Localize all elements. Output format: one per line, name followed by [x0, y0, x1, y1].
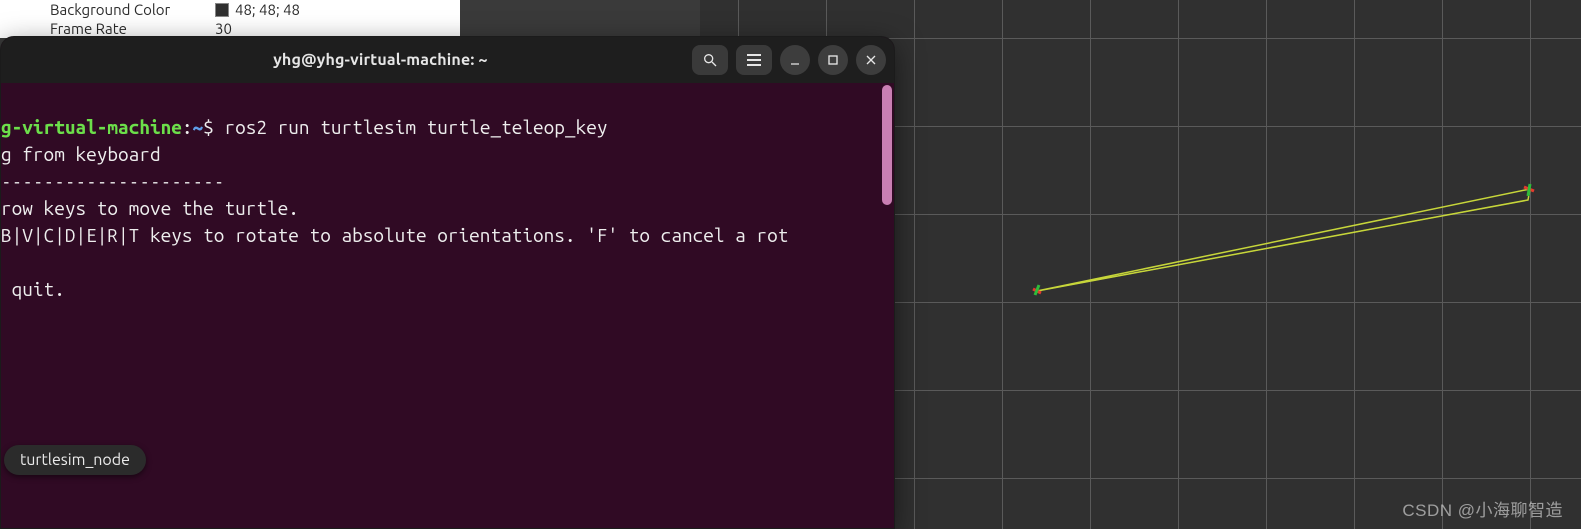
terminal-line: ---------------------	[1, 170, 224, 192]
prop-label: Frame Rate	[0, 20, 215, 37]
titlebar[interactable]: yhg@yhg-virtual-machine: ~	[1, 37, 894, 83]
color-swatch	[215, 3, 229, 17]
close-button[interactable]	[856, 45, 886, 75]
prompt-dollar: $	[203, 116, 224, 138]
watermark: CSDN @小海聊智造	[1402, 496, 1563, 521]
menu-button[interactable]	[736, 45, 772, 75]
prompt-host: g-virtual-machine	[1, 116, 182, 138]
taskbar-chip-turtlesim[interactable]: turtlesim_node	[4, 445, 146, 475]
maximize-icon	[825, 52, 841, 68]
close-icon	[863, 52, 879, 68]
prop-label: Background Color	[0, 1, 215, 18]
terminal-line: row keys to move the turtle.	[1, 197, 299, 219]
terminal-command: ros2 run turtlesim turtle_teleop_key	[224, 116, 607, 138]
minimize-button[interactable]	[780, 45, 810, 75]
search-button[interactable]	[692, 45, 728, 75]
maximize-button[interactable]	[818, 45, 848, 75]
prop-value: 30	[215, 20, 232, 37]
minimize-icon	[787, 52, 803, 68]
terminal-line: quit.	[1, 278, 65, 300]
terminal-line: g from keyboard	[1, 143, 161, 165]
search-icon	[702, 52, 718, 68]
terminal-line: B|V|C|D|E|R|T keys to rotate to absolute…	[1, 224, 788, 246]
prompt-path: ~	[193, 116, 204, 138]
properties-panel: Background Color 48; 48; 48 Frame Rate 3…	[0, 0, 460, 38]
prop-row-bgcolor[interactable]: Background Color 48; 48; 48	[0, 0, 460, 19]
window-title: yhg@yhg-virtual-machine: ~	[77, 51, 684, 69]
scrollbar-thumb[interactable]	[882, 85, 892, 205]
prop-value: 48; 48; 48	[235, 1, 300, 18]
prompt-sep: :	[182, 116, 193, 138]
taskbar-chip-label: turtlesim_node	[20, 451, 130, 469]
hamburger-icon	[747, 54, 761, 66]
